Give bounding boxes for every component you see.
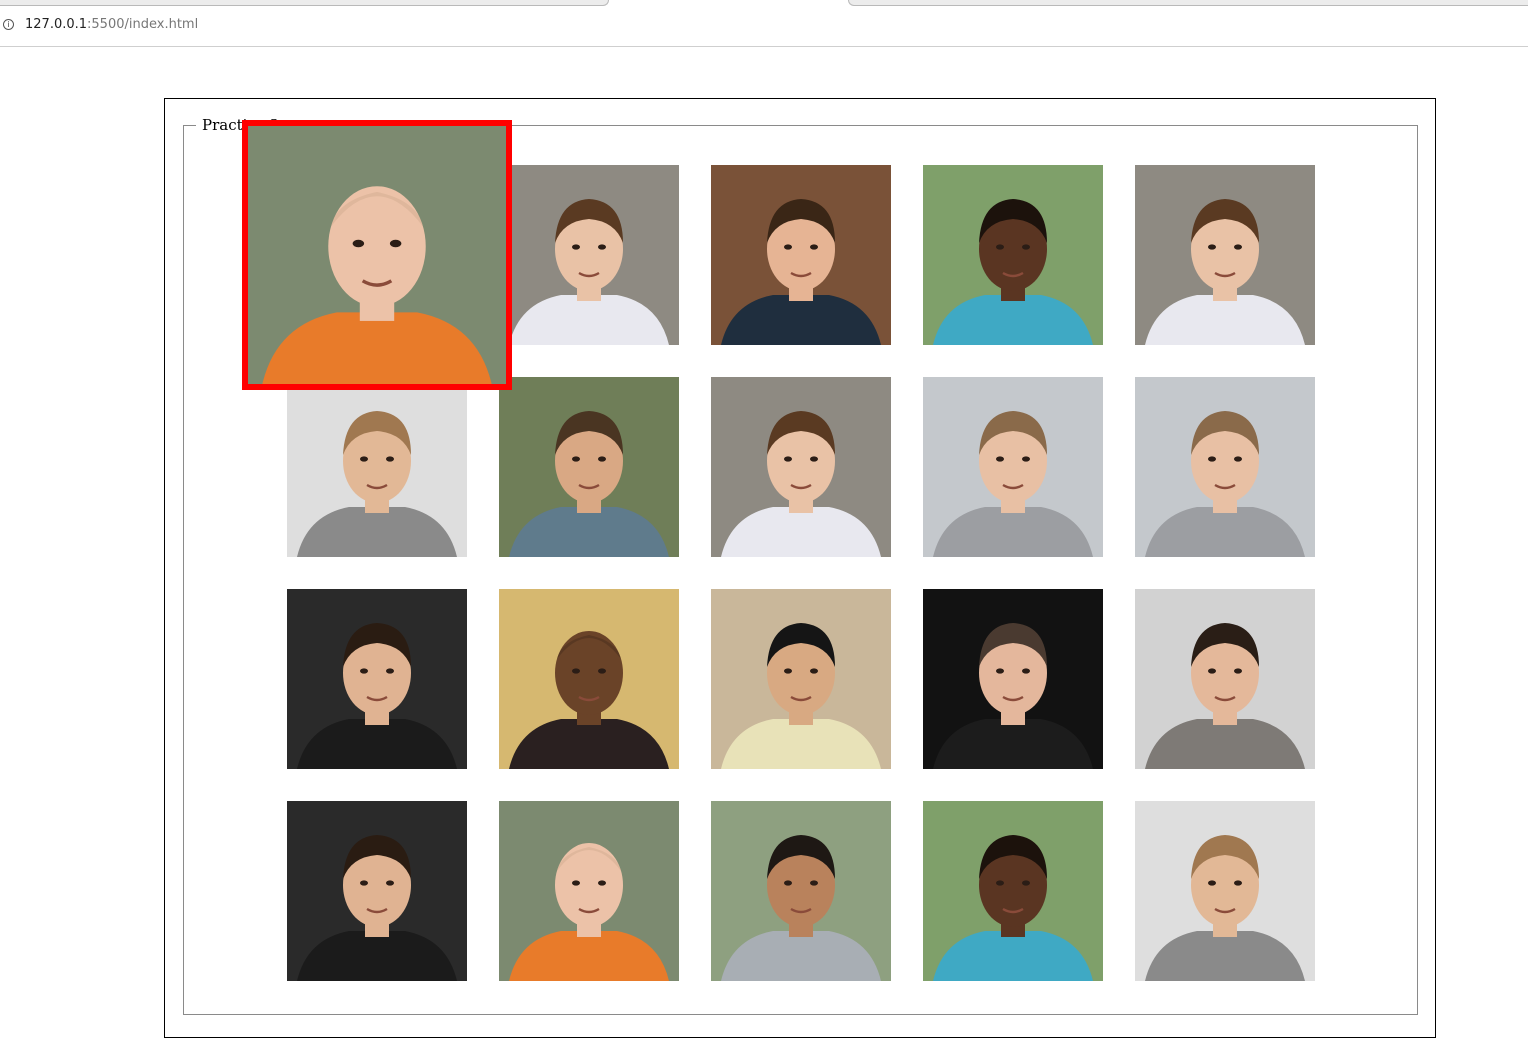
photo-man-wood-background[interactable] (711, 165, 891, 345)
browser-tab[interactable] (848, 0, 1528, 6)
url-path: :5500/index.html (87, 17, 199, 32)
photo-man-grey-sweater[interactable] (711, 801, 891, 981)
photo-young-man-white-shirt[interactable] (499, 165, 679, 345)
photo-man-dark-studio[interactable] (287, 589, 467, 769)
photo-man-grey-shirt[interactable] (1135, 589, 1315, 769)
url-host: 127.0.0.1 (25, 17, 88, 32)
photo-man-smiling-outdoors[interactable] (499, 377, 679, 557)
zoomed-photo-bald-man[interactable] (242, 120, 512, 390)
tab-strip (0, 0, 1528, 8)
photo-young-man-white-shirt[interactable] (1135, 165, 1315, 345)
photo-young-man-white-shirt[interactable] (711, 377, 891, 557)
photo-man-dark-studio[interactable] (287, 801, 467, 981)
photo-man-dark-jacket[interactable] (923, 589, 1103, 769)
photo-man-selfie-bald[interactable] (499, 589, 679, 769)
photo-man-park-teal-shirt[interactable] (923, 165, 1103, 345)
url-text[interactable]: 127.0.0.1:5500/index.html (25, 17, 198, 32)
photo-man-beach-huts[interactable] (923, 377, 1103, 557)
info-icon[interactable]: i (3, 19, 14, 30)
photo-man-glasses-plaid[interactable] (287, 377, 467, 557)
browser-tab[interactable] (0, 0, 609, 6)
photo-man-beach-huts[interactable] (1135, 377, 1315, 557)
address-bar[interactable]: i 127.0.0.1:5500/index.html (0, 8, 1528, 47)
photo-man-glasses-striped[interactable] (711, 589, 891, 769)
photo-bald-man-orange-vest[interactable] (499, 801, 679, 981)
photo-man-park-teal-shirt[interactable] (923, 801, 1103, 981)
photo-man-glasses-plaid[interactable] (1135, 801, 1315, 981)
